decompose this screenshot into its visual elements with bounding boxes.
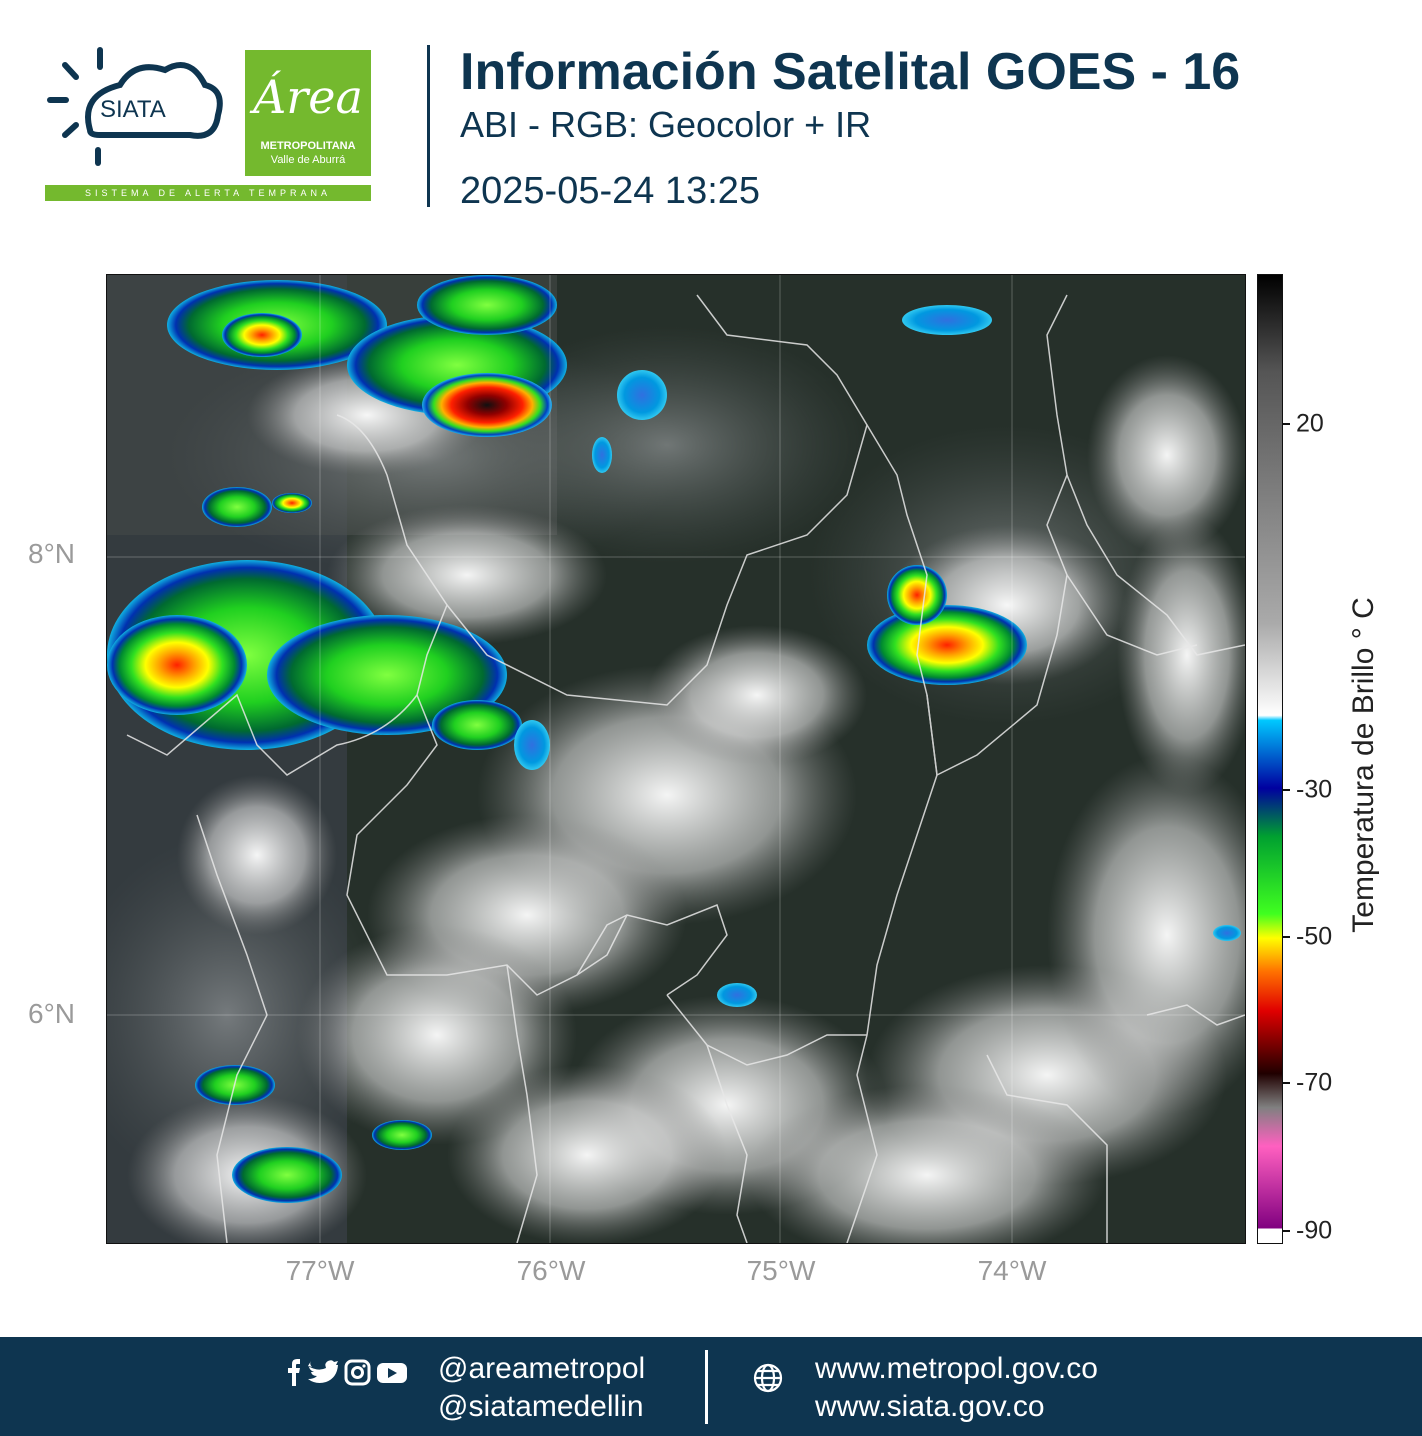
website-link-metropol[interactable]: www.metropol.gov.co bbox=[815, 1352, 1098, 1386]
latitude-label-6n: 6°N bbox=[28, 998, 75, 1029]
longitude-label-77w: 77°W bbox=[285, 1255, 355, 1286]
area-metropolitana-logo: Área METROPOLITANA Valle de Aburrá bbox=[245, 50, 371, 176]
longitude-label-76w: 76°W bbox=[516, 1255, 586, 1286]
siata-wordmark: SIATA bbox=[100, 96, 166, 123]
header-divider bbox=[427, 45, 430, 207]
colorbar-tick bbox=[1282, 789, 1290, 791]
satellite-image bbox=[107, 275, 1245, 1243]
area-logo-script: Área bbox=[253, 70, 363, 124]
area-logo-line2: Valle de Aburrá bbox=[270, 154, 346, 166]
latitude-label-8n: 8°N bbox=[28, 538, 75, 569]
header: SIATA Área METROPOLITANA Valle de Aburrá… bbox=[0, 0, 1422, 250]
area-logo-line1: METROPOLITANA bbox=[260, 140, 356, 152]
footer bbox=[0, 1337, 1422, 1436]
colorbar-title: Temperatura de Brillo ° C bbox=[1347, 597, 1380, 933]
colorbar-label-minus90: -90 bbox=[1296, 1216, 1333, 1245]
facebook-icon[interactable] bbox=[288, 1359, 300, 1386]
twitter-icon[interactable] bbox=[308, 1360, 338, 1383]
instagram-icon[interactable] bbox=[344, 1359, 371, 1386]
globe-icon bbox=[753, 1363, 783, 1393]
longitude-label-75w: 75°W bbox=[746, 1255, 816, 1286]
colorbar-tick bbox=[1282, 1082, 1290, 1084]
social-handle-areametropol[interactable]: @areametropol bbox=[438, 1352, 645, 1386]
longitude-label-74w: 74°W bbox=[977, 1255, 1047, 1286]
colorbar-tick bbox=[1282, 1230, 1290, 1232]
colorbar-label-minus70: -70 bbox=[1296, 1068, 1333, 1097]
image-datetime: 2025-05-24 13:25 bbox=[460, 170, 761, 212]
social-icons bbox=[288, 1359, 407, 1386]
colorbar-label-minus50: -50 bbox=[1296, 922, 1333, 951]
colorbar-label-minus30: -30 bbox=[1296, 775, 1333, 804]
youtube-icon[interactable] bbox=[377, 1363, 407, 1383]
colorbar-label-20: 20 bbox=[1296, 409, 1324, 438]
satellite-map bbox=[106, 274, 1246, 1244]
social-handle-siatamedellin[interactable]: @siatamedellin bbox=[438, 1390, 644, 1424]
siata-logo: SIATA bbox=[47, 47, 223, 166]
colorbar-tick bbox=[1282, 936, 1290, 938]
footer-divider bbox=[705, 1350, 708, 1424]
siata-tagline: SISTEMA DE ALERTA TEMPRANA bbox=[45, 185, 371, 201]
page-subtitle: ABI - RGB: Geocolor + IR bbox=[460, 104, 872, 145]
website-link-siata[interactable]: www.siata.gov.co bbox=[815, 1390, 1045, 1424]
temperature-colorbar bbox=[1257, 274, 1283, 1244]
page-title: Información Satelital GOES - 16 bbox=[460, 43, 1241, 101]
colorbar-tick bbox=[1282, 423, 1290, 425]
